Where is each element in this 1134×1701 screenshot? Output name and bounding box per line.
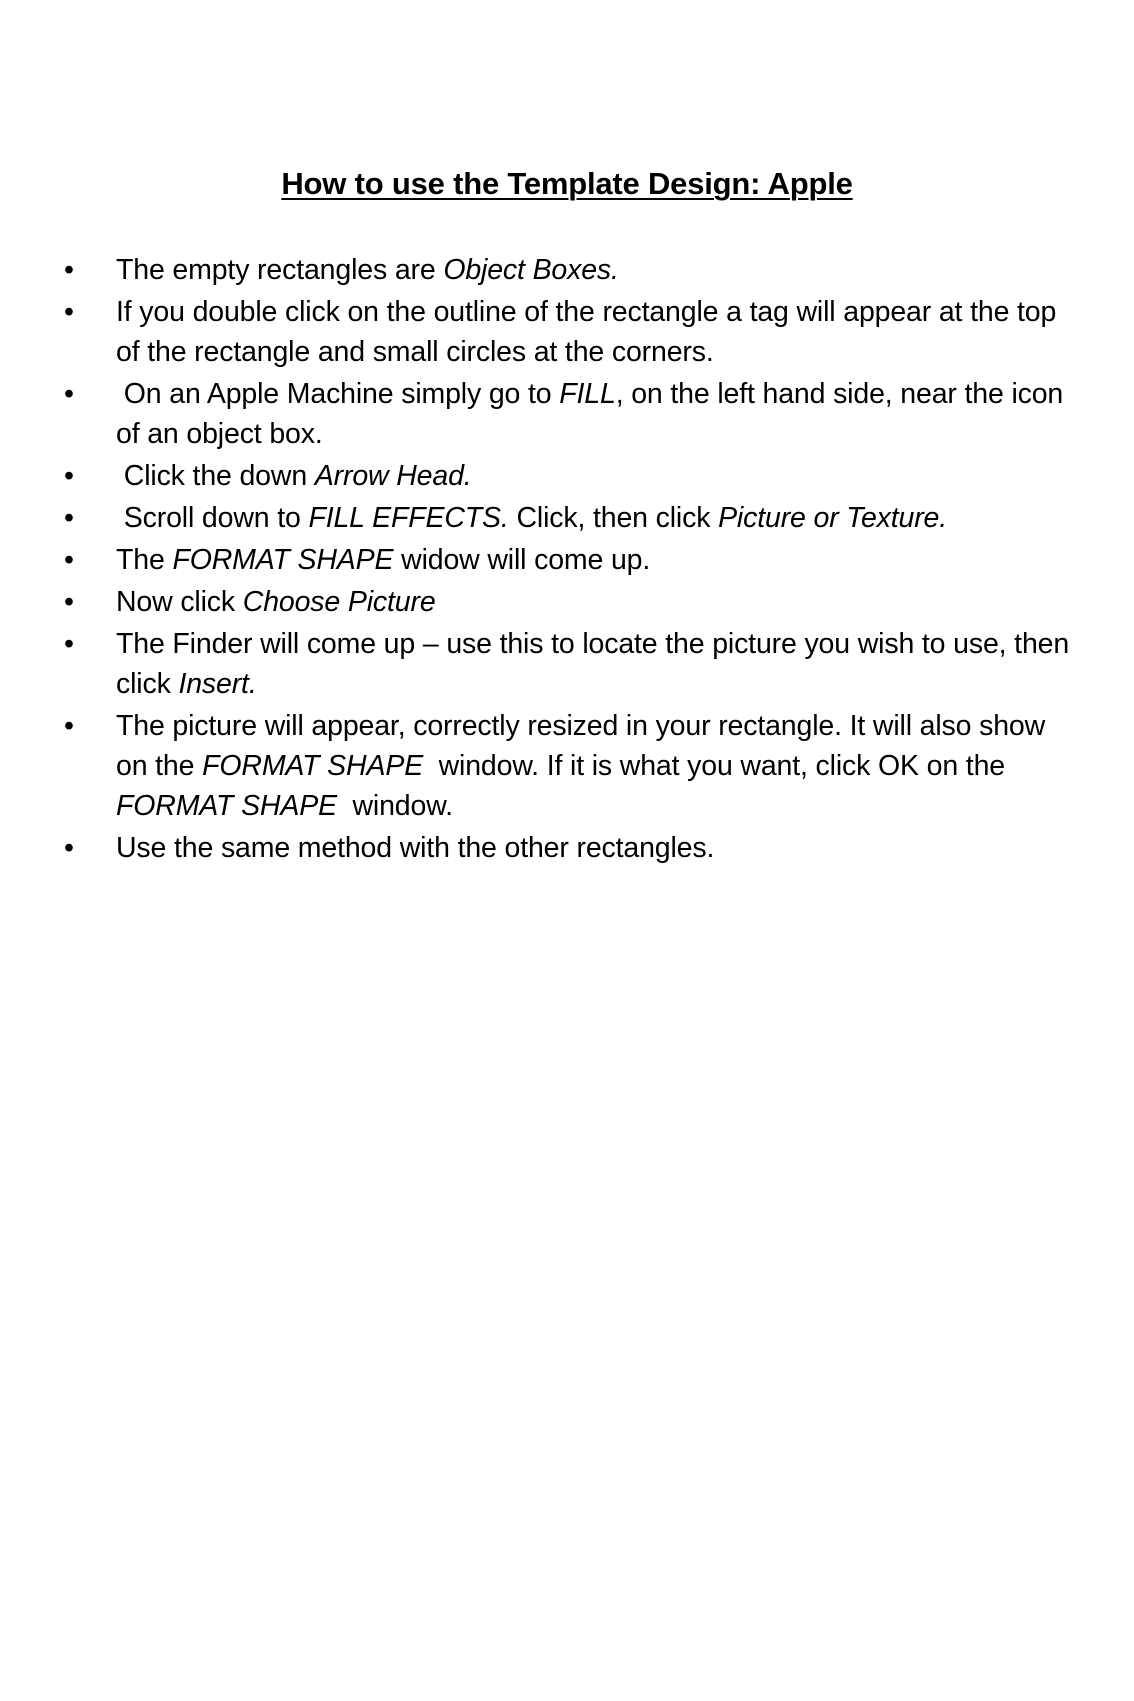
- emphasis-text: FORMAT SHAPE: [116, 790, 337, 822]
- list-item: • The picture will appear, correctly resi…: [0, 706, 1134, 826]
- list-item-text: If you double click on the outline of th…: [116, 292, 1074, 372]
- list-item-text: Click the down Arrow Head.: [116, 456, 1074, 496]
- plain-text: window. If it is what you want, click OK…: [423, 750, 1013, 782]
- plain-text: Now click: [116, 586, 243, 618]
- instructions-list: • The empty rectangles are Object Boxes. •…: [0, 250, 1134, 870]
- list-item: • On an Apple Machine simply go to FILL,…: [0, 374, 1134, 454]
- bullet-point-icon: •: [64, 254, 74, 286]
- bullet-point-icon: •: [64, 832, 74, 864]
- plain-text: Click, then click: [508, 502, 719, 534]
- emphasis-text: Object Boxes.: [443, 254, 619, 286]
- list-item-text: The empty rectangles are Object Boxes.: [116, 250, 1074, 290]
- emphasis-text: Arrow Head.: [314, 460, 472, 492]
- plain-text: The empty rectangles are: [116, 254, 444, 286]
- bullet-point-icon: •: [64, 502, 74, 534]
- list-item: • If you double click on the outline of t…: [0, 292, 1134, 372]
- plain-text: If you double click on the outline of th…: [116, 296, 1064, 368]
- bullet-point-icon: •: [64, 544, 74, 576]
- emphasis-text: Choose Picture: [242, 586, 436, 618]
- list-item-text: The picture will appear, correctly resiz…: [116, 706, 1074, 826]
- page-title-text: How to use the Template Design: Apple: [281, 166, 853, 201]
- bullet-point-icon: •: [64, 628, 74, 660]
- document-page: How to use the Template Design: Apple • T…: [0, 0, 1134, 1701]
- emphasis-text: FILL EFFECTS.: [308, 502, 509, 534]
- list-item: • The Finder will come up – use this to l…: [0, 624, 1134, 704]
- emphasis-text: FORMAT SHAPE: [202, 750, 424, 782]
- plain-text: The: [116, 544, 173, 576]
- list-item-text: Scroll down to FILL EFFECTS. Click, then…: [116, 498, 1074, 538]
- list-item-text: On an Apple Machine simply go to FILL, o…: [116, 374, 1074, 454]
- plain-text: Click the down: [116, 460, 315, 492]
- list-item: • The empty rectangles are Object Boxes.: [0, 250, 1134, 290]
- list-item-text: The FORMAT SHAPE widow will come up.: [116, 540, 1074, 580]
- list-item-text: Now click Choose Picture: [116, 582, 1074, 622]
- page-title: How to use the Template Design: Apple: [0, 166, 1134, 202]
- plain-text: window.: [336, 790, 453, 822]
- bullet-point-icon: •: [64, 460, 74, 492]
- list-item: • Click the down Arrow Head.: [0, 456, 1134, 496]
- list-item-text: The Finder will come up – use this to lo…: [116, 624, 1074, 704]
- list-item: • Use the same method with the other rect…: [0, 828, 1134, 868]
- emphasis-text: Picture or Texture.: [718, 502, 948, 534]
- bullet-point-icon: •: [64, 586, 74, 618]
- plain-text: On an Apple Machine simply go to: [116, 378, 560, 410]
- emphasis-text: Insert.: [178, 668, 257, 700]
- plain-text: The Finder will come up – use this to lo…: [116, 628, 1077, 700]
- list-item-text: Use the same method with the other recta…: [116, 828, 1074, 868]
- plain-text: Use the same method with the other recta…: [116, 832, 715, 864]
- plain-text: Scroll down to: [116, 502, 309, 534]
- list-item: • The FORMAT SHAPE widow will come up.: [0, 540, 1134, 580]
- bullet-point-icon: •: [64, 296, 74, 328]
- emphasis-text: FORMAT SHAPE: [172, 544, 394, 576]
- bullet-point-icon: •: [64, 378, 74, 410]
- plain-text: widow will come up.: [393, 544, 651, 576]
- bullet-point-icon: •: [64, 710, 74, 742]
- list-item: • Scroll down to FILL EFFECTS. Click, th…: [0, 498, 1134, 538]
- list-item: • Now click Choose Picture: [0, 582, 1134, 622]
- emphasis-text: FILL: [559, 378, 616, 410]
